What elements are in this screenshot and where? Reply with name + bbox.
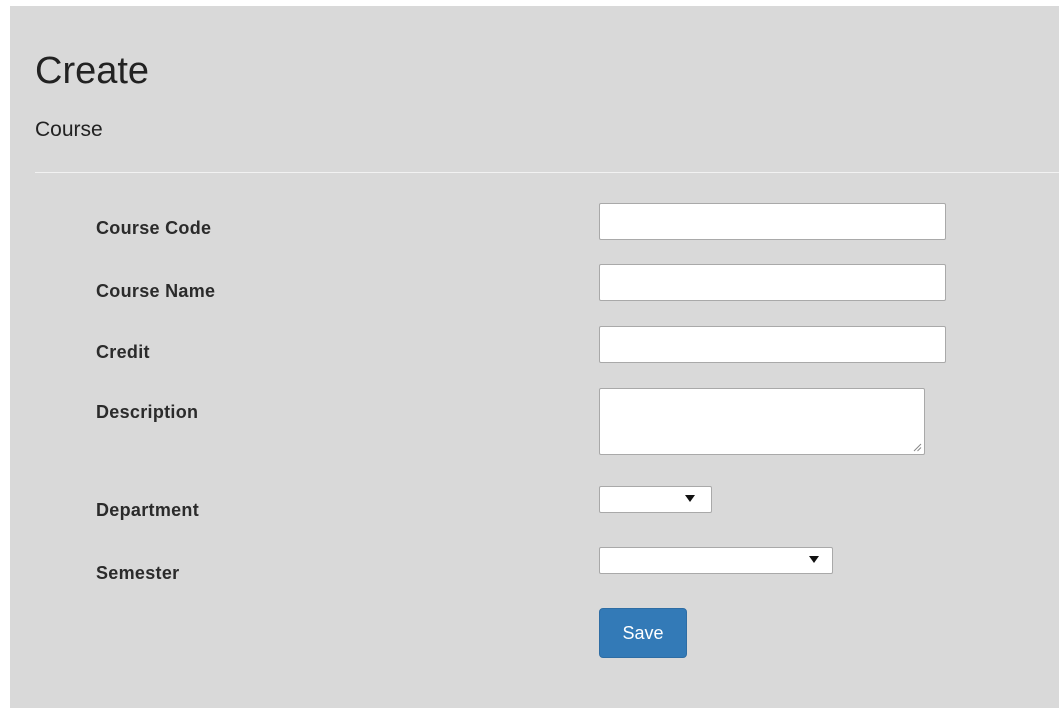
course-code-label: Course Code (96, 218, 212, 238)
semester-label: Semester (96, 563, 180, 583)
save-button[interactable]: Save (599, 608, 687, 658)
page-subtitle: Course (35, 118, 103, 141)
credit-input[interactable] (599, 326, 946, 363)
semester-select[interactable] (599, 547, 833, 574)
course-code-input[interactable] (599, 203, 946, 240)
description-label: Description (96, 402, 199, 422)
description-textarea[interactable] (599, 388, 925, 455)
chevron-down-icon (809, 556, 819, 563)
create-course-panel: Create Course Course Code Course Name Cr… (10, 6, 1059, 708)
resize-handle-icon[interactable] (913, 443, 922, 452)
page-title: Create (35, 50, 150, 92)
credit-label: Credit (96, 342, 150, 362)
course-name-input[interactable] (599, 264, 946, 301)
course-name-label: Course Name (96, 281, 216, 301)
header-divider (35, 172, 1059, 173)
chevron-down-icon (685, 495, 695, 502)
department-select[interactable] (599, 486, 712, 513)
department-label: Department (96, 500, 200, 520)
